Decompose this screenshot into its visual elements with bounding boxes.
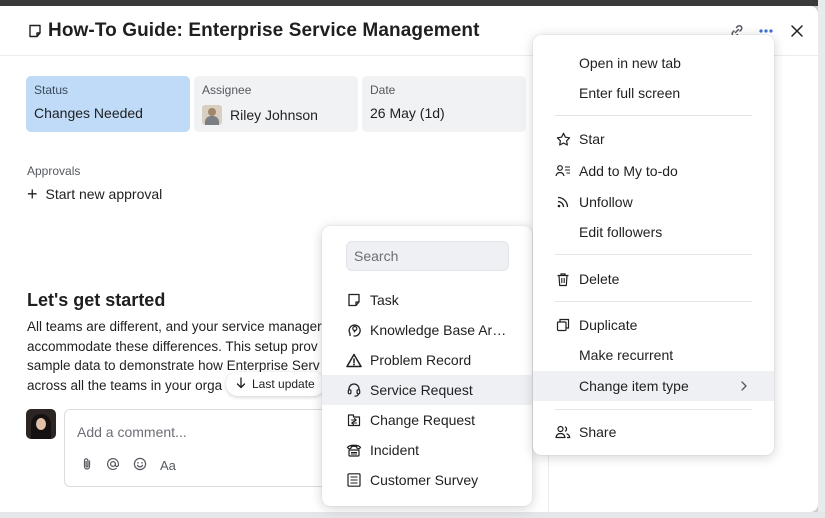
comment-placeholder: Add a comment... (77, 424, 187, 440)
menu-share[interactable]: Share (533, 417, 774, 447)
type-option-label: Problem Record (370, 352, 472, 368)
assignee-field[interactable]: Assignee Riley Johnson (194, 76, 358, 132)
menu-add-to-todo[interactable]: Add to My to-do (533, 156, 774, 186)
status-value: Changes Needed (34, 105, 143, 121)
task-icon (346, 292, 362, 308)
unfollow-icon (555, 194, 571, 210)
type-option-incident[interactable]: Incident (322, 435, 532, 465)
survey-icon (346, 472, 362, 488)
type-option-change-request[interactable]: Change Request (322, 405, 532, 435)
menu-change-item-type[interactable]: Change item type (533, 371, 774, 401)
start-approval-label: Start new approval (45, 186, 163, 202)
approvals-label: Approvals (27, 164, 81, 178)
content-line: All teams are different, and your servic… (27, 319, 322, 334)
start-approval-button[interactable]: + Start new approval (27, 184, 163, 204)
menu-separator (555, 301, 752, 302)
item-title[interactable]: How-To Guide: Enterprise Service Managem… (48, 20, 480, 42)
type-option-label: Task (370, 292, 399, 308)
menu-separator (555, 409, 752, 410)
menu-separator (555, 115, 752, 116)
user-avatar (26, 409, 56, 439)
duplicate-icon (555, 317, 571, 333)
type-option-problem-record[interactable]: Problem Record (322, 345, 532, 375)
emoji-icon[interactable] (133, 457, 147, 474)
assignee-avatar (202, 105, 222, 125)
menu-enter-full-screen[interactable]: Enter full screen (533, 78, 774, 108)
plus-icon: + (27, 184, 38, 204)
more-options-menu: Open in new tab Enter full screen Star A… (533, 35, 774, 455)
mention-icon[interactable] (106, 457, 120, 474)
type-option-label: Incident (370, 442, 420, 458)
assignee-value-row: Riley Johnson (202, 105, 350, 125)
menu-item-label: Star (579, 131, 605, 147)
content-line: accommodate these differences. This setu… (27, 338, 318, 354)
menu-open-new-tab[interactable]: Open in new tab (533, 48, 774, 78)
change-request-icon (346, 412, 362, 428)
lightbulb-head-icon (346, 322, 362, 338)
phone-incident-icon (346, 442, 362, 458)
type-option-knowledge-base[interactable]: Knowledge Base Arti... (322, 315, 532, 345)
last-update-label: Last update (252, 377, 315, 391)
menu-item-label: Edit followers (579, 224, 663, 240)
content-heading: Let's get started (27, 290, 166, 310)
date-label: Date (370, 83, 396, 97)
menu-item-label: Delete (579, 271, 620, 287)
last-update-button[interactable]: Last update (226, 372, 325, 396)
type-option-customer-survey[interactable]: Customer Survey (322, 465, 532, 495)
type-option-task[interactable]: Task (322, 285, 532, 315)
warning-triangle-icon (346, 352, 362, 368)
share-people-icon (555, 424, 571, 440)
assignee-name: Riley Johnson (230, 107, 318, 123)
menu-item-label: Duplicate (579, 317, 638, 333)
item-type-menu: Task Knowledge Base Arti... Problem Reco… (322, 226, 532, 506)
task-icon (28, 24, 42, 38)
star-icon (555, 131, 571, 147)
menu-duplicate[interactable]: Duplicate (533, 310, 774, 340)
headset-icon (346, 382, 362, 398)
type-option-label: Knowledge Base Arti... (370, 322, 510, 338)
attachment-icon[interactable] (81, 457, 93, 474)
menu-item-label: Enter full screen (579, 85, 681, 101)
menu-separator (555, 254, 752, 255)
type-option-label: Customer Survey (370, 472, 479, 488)
status-field[interactable]: Status Changes Needed (26, 76, 190, 132)
chevron-right-icon (740, 379, 748, 395)
assignee-label: Assignee (202, 83, 252, 97)
window-bottom-edge (0, 512, 825, 518)
type-option-label: Service Request (370, 382, 473, 398)
text-format-button[interactable]: Aa (160, 458, 176, 473)
arrow-down-icon (236, 376, 246, 392)
menu-item-label: Change item type (579, 378, 689, 394)
menu-star[interactable]: Star (533, 124, 774, 154)
menu-item-label: Make recurrent (579, 347, 674, 363)
add-todo-icon (555, 163, 571, 179)
comment-toolbar: Aa (81, 457, 176, 474)
status-label: Status (34, 83, 69, 97)
type-option-label: Change Request (370, 412, 476, 428)
title-wrap: How-To Guide: Enterprise Service Managem… (28, 20, 480, 42)
date-field[interactable]: Date 26 May (1d) (362, 76, 526, 132)
menu-item-label: Add to My to-do (579, 163, 678, 179)
menu-item-label: Unfollow (579, 194, 633, 210)
menu-unfollow[interactable]: Unfollow (533, 187, 774, 217)
menu-item-label: Share (579, 424, 617, 440)
type-option-service-request[interactable]: Service Request (322, 375, 532, 405)
menu-edit-followers[interactable]: Edit followers (533, 217, 774, 247)
trash-icon (555, 271, 571, 287)
close-icon[interactable] (786, 20, 808, 42)
menu-item-label: Open in new tab (579, 55, 681, 71)
window-right-edge (818, 0, 825, 518)
menu-make-recurrent[interactable]: Make recurrent (533, 340, 774, 370)
type-search-input[interactable] (346, 241, 509, 271)
date-value: 26 May (1d) (370, 105, 445, 121)
menu-delete[interactable]: Delete (533, 264, 774, 294)
comment-input[interactable]: Add a comment... Aa (64, 409, 334, 487)
